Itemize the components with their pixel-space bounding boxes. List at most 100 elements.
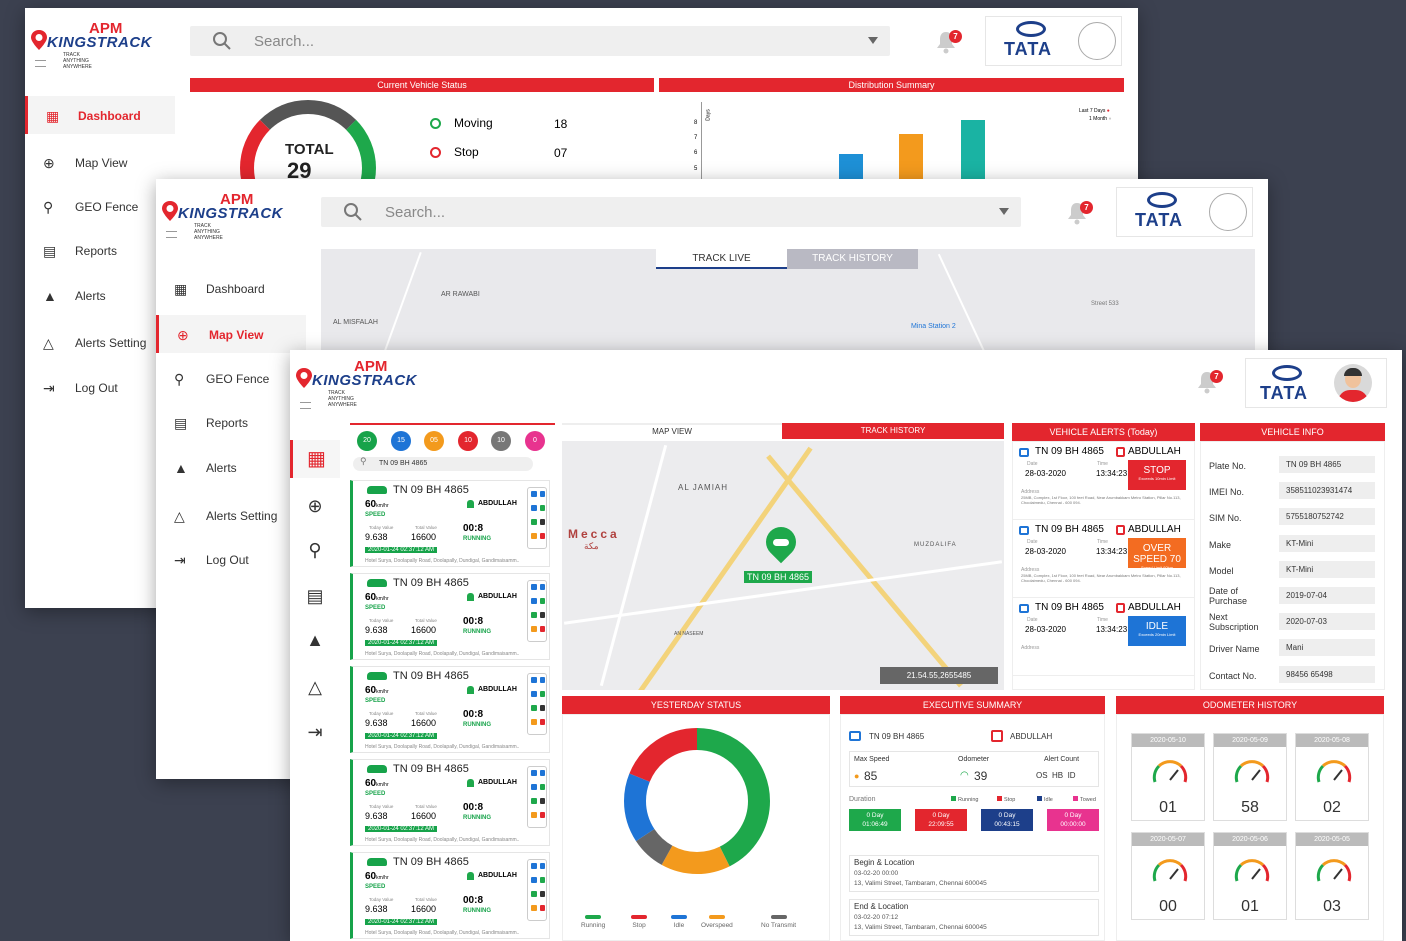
battery-icon[interactable] — [531, 798, 537, 804]
filter-count-idle[interactable]: 15 — [391, 431, 411, 451]
locate-icon[interactable] — [531, 491, 537, 497]
chart-icon[interactable] — [540, 505, 545, 511]
locate-icon[interactable] — [540, 491, 545, 497]
menu-alerts-setting[interactable]: △ Alerts Setting — [156, 496, 306, 534]
map-icon[interactable]: ⊕ — [290, 488, 340, 524]
locate-icon[interactable] — [540, 584, 545, 590]
filter-count-stop[interactable]: 10 — [458, 431, 478, 451]
locate-icon[interactable] — [540, 770, 545, 776]
lock-icon[interactable] — [540, 626, 545, 632]
menu-log-out[interactable]: ⇥ Log Out — [25, 368, 175, 406]
vehicle-card[interactable]: TN 09 BH 4865 60km/hr SPEED ABDULLAH Today V… — [350, 852, 550, 939]
menu-reports[interactable]: ▤ Reports — [25, 231, 175, 269]
menu-dashboard[interactable]: ▦ Dashboard — [25, 96, 175, 134]
vehicle-search-input[interactable]: TN 09 BH 4865 — [353, 457, 533, 471]
chart-icon[interactable] — [531, 877, 537, 883]
menu-geo-fence[interactable]: ⚲ GEO Fence — [25, 187, 175, 225]
filter-count-towed[interactable]: 0 — [525, 431, 545, 451]
chevron-down-icon[interactable] — [868, 37, 878, 44]
tab-map-view[interactable]: MAP VIEW — [562, 423, 782, 439]
battery-icon[interactable] — [531, 705, 537, 711]
dashboard-icon[interactable]: ▦ — [290, 440, 340, 478]
locate-icon[interactable] — [540, 677, 545, 683]
vehicle-actions[interactable] — [527, 673, 547, 735]
menu-dashboard[interactable]: ▦ Dashboard — [156, 269, 306, 307]
lock-icon[interactable] — [531, 812, 537, 818]
bell-icon[interactable]: 7 — [1066, 201, 1093, 230]
lock-icon[interactable] — [540, 905, 545, 911]
menu-reports[interactable]: ▤ Reports — [156, 403, 306, 441]
lock-icon[interactable] — [540, 533, 545, 539]
chart-icon[interactable] — [531, 784, 537, 790]
logout-icon[interactable]: ⇥ — [290, 714, 340, 750]
menu-map-view[interactable]: ⊕ Map View — [156, 315, 306, 353]
hamburger-icon[interactable] — [35, 60, 46, 67]
hamburger-icon[interactable] — [300, 402, 311, 409]
lock-icon[interactable] — [540, 719, 545, 725]
search-input[interactable]: Search... — [385, 204, 445, 221]
chart-icon[interactable] — [531, 598, 537, 604]
menu-geo-fence[interactable]: ⚲ GEO Fence — [156, 359, 306, 397]
battery-icon[interactable] — [540, 519, 545, 525]
search-bar[interactable]: Search... — [190, 26, 890, 56]
vehicle-card[interactable]: TN 09 BH 4865 60km/hr SPEED ABDULLAH Today V… — [350, 666, 550, 753]
chevron-down-icon[interactable] — [999, 208, 1009, 215]
location-icon[interactable]: ⚲ — [290, 532, 340, 568]
filter-count-overspeed[interactable]: 05 — [424, 431, 444, 451]
locate-icon[interactable] — [531, 770, 537, 776]
tab-track-history[interactable]: TRACK HISTORY — [787, 249, 918, 269]
battery-icon[interactable] — [540, 705, 545, 711]
locate-icon[interactable] — [531, 584, 537, 590]
report-icon[interactable]: ▤ — [290, 578, 340, 614]
locate-icon[interactable] — [540, 863, 545, 869]
search-bar[interactable]: Search... — [321, 197, 1021, 227]
search-input[interactable]: Search... — [254, 33, 314, 50]
user-avatar[interactable] — [1334, 364, 1372, 402]
menu-map-view[interactable]: ⊕ Map View — [25, 143, 175, 181]
vehicle-actions[interactable] — [527, 487, 547, 549]
battery-icon[interactable] — [531, 891, 537, 897]
vehicle-map[interactable]: Mecca مكة AL JAMIAH MUZDALIFA AN NASEEM … — [562, 441, 1004, 690]
alert-setting-icon[interactable]: △ — [290, 669, 340, 705]
tab-track-history[interactable]: TRACK HISTORY — [782, 423, 1004, 439]
battery-icon[interactable] — [531, 612, 537, 618]
hamburger-icon[interactable] — [166, 231, 177, 238]
bell-icon[interactable]: 7 — [935, 30, 962, 59]
chart-icon[interactable] — [531, 691, 537, 697]
chart-icon[interactable] — [540, 691, 545, 697]
lock-icon[interactable] — [540, 812, 545, 818]
alert-item[interactable]: TN 09 BH 4865 ABDULLAH Date 28-03-2020 Time 1… — [1013, 442, 1194, 520]
battery-icon[interactable] — [540, 612, 545, 618]
filter-count-running[interactable]: 20 — [357, 431, 377, 451]
lock-icon[interactable] — [531, 533, 537, 539]
vehicle-card[interactable]: TN 09 BH 4865 60km/hr SPEED ABDULLAH Today V… — [350, 573, 550, 660]
battery-icon[interactable] — [540, 798, 545, 804]
chart-icon[interactable] — [540, 877, 545, 883]
lock-icon[interactable] — [531, 719, 537, 725]
filter-count-notransmit[interactable]: 10 — [491, 431, 511, 451]
locate-icon[interactable] — [531, 863, 537, 869]
vehicle-card[interactable]: TN 09 BH 4865 60km/hr SPEED ABDULLAH Today V… — [350, 759, 550, 846]
menu-alerts-setting[interactable]: △ Alerts Setting — [25, 323, 175, 361]
lock-icon[interactable] — [531, 626, 537, 632]
chart-icon[interactable] — [531, 505, 537, 511]
vehicle-actions[interactable] — [527, 580, 547, 642]
alert-item[interactable]: TN 09 BH 4865 ABDULLAH Date 28-03-2020 Time 1… — [1013, 598, 1194, 676]
alert-icon[interactable]: ▲ — [290, 622, 340, 658]
user-avatar[interactable] — [1209, 193, 1247, 231]
menu-log-out[interactable]: ⇥ Log Out — [156, 540, 306, 578]
menu-alerts[interactable]: ▲ Alerts — [25, 276, 175, 314]
lock-icon[interactable] — [531, 905, 537, 911]
bell-icon[interactable]: 7 — [1196, 370, 1223, 399]
chart-icon[interactable] — [540, 598, 545, 604]
vehicle-actions[interactable] — [527, 859, 547, 921]
locate-icon[interactable] — [531, 677, 537, 683]
battery-icon[interactable] — [540, 891, 545, 897]
menu-alerts[interactable]: ▲ Alerts — [156, 448, 306, 486]
tab-track-live[interactable]: TRACK LIVE — [656, 249, 787, 269]
user-avatar[interactable] — [1078, 22, 1116, 60]
alert-item[interactable]: TN 09 BH 4865 ABDULLAH Date 28-03-2020 Time 1… — [1013, 520, 1194, 598]
vehicle-card[interactable]: TN 09 BH 4865 60km/hr SPEED ABDULLAH Today V… — [350, 480, 550, 567]
chart-icon[interactable] — [540, 784, 545, 790]
battery-icon[interactable] — [531, 519, 537, 525]
